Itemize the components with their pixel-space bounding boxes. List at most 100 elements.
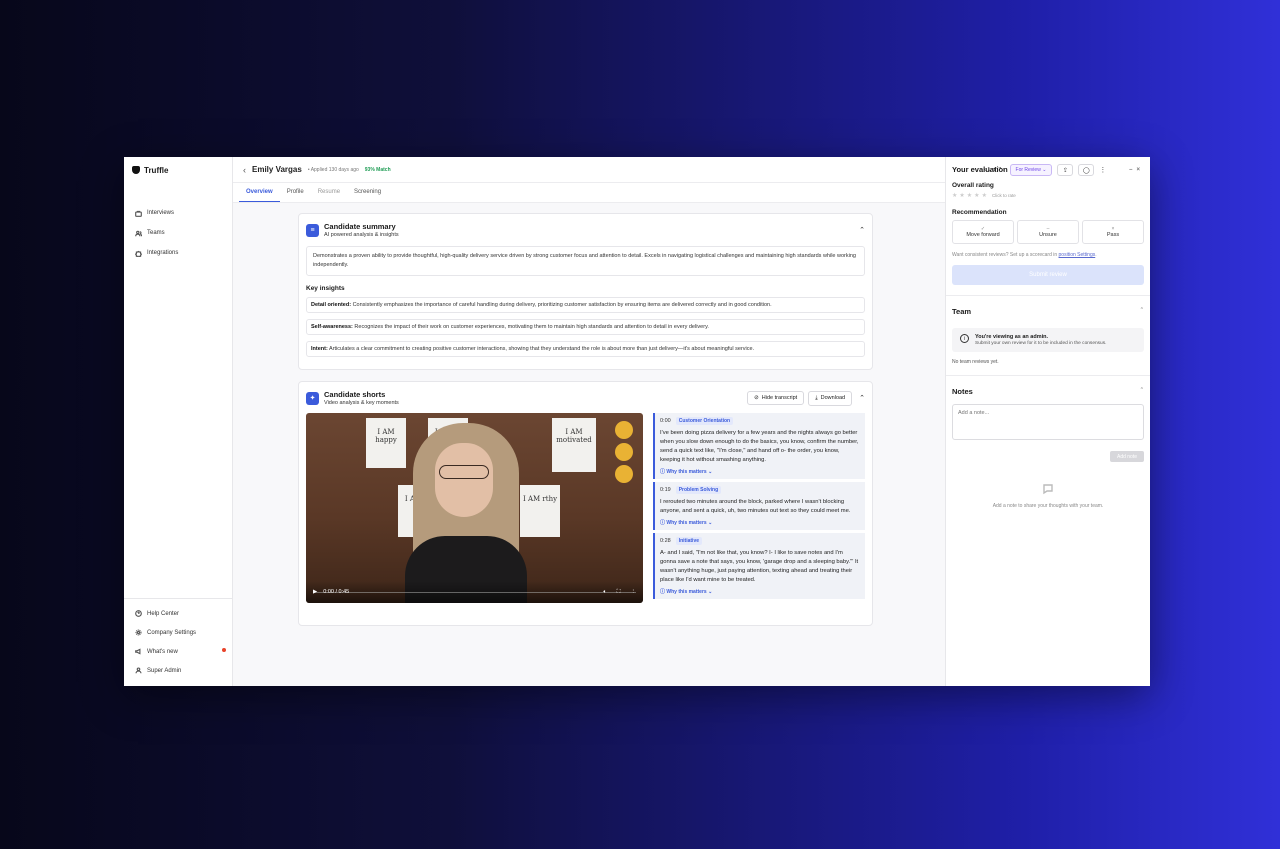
tab-overview[interactable]: Overview [239, 183, 280, 202]
video-controls: ▶ 0:00 / 0:45 🔈︎ ⛶ ⋮ [306, 581, 643, 603]
insight-item: Intent: Articulates a clear commitment t… [306, 340, 865, 357]
megaphone-icon [135, 648, 141, 655]
sidebar-item-teams[interactable]: Teams [124, 223, 232, 243]
truffle-logo-icon [132, 166, 140, 174]
fruit-decor [615, 421, 637, 483]
why-label: Why this matters [666, 519, 707, 526]
insight-label: Self-awareness: [311, 323, 353, 330]
brand[interactable]: Truffle [124, 157, 232, 183]
insight-label: Intent: [311, 345, 328, 352]
close-icon[interactable]: × [1136, 167, 1144, 173]
star-icon[interactable]: ★ [959, 192, 964, 199]
sidebar-item-integrations[interactable]: Integrations [124, 243, 232, 263]
app-name: Truffle [144, 165, 169, 175]
sidebar-item-help-center[interactable]: Help Center [124, 604, 232, 623]
segment-tag: Problem Solving [675, 485, 722, 494]
transcript-segment[interactable]: 0:28 Initiative A- and I said, "I'm not l… [653, 532, 865, 599]
status-label: For Review [1015, 167, 1041, 173]
chevron-up-icon[interactable]: ⌃ [1140, 387, 1144, 396]
sidebar-item-label: Company Settings [147, 629, 197, 636]
divider [946, 375, 1150, 376]
fullscreen-icon[interactable]: ⛶ [617, 589, 621, 596]
status-dropdown[interactable]: For Review ⌄ [1009, 164, 1053, 176]
note-input[interactable] [952, 404, 1144, 440]
why-label: Why this matters [666, 468, 707, 475]
why-this-matters-toggle[interactable]: ⓘ Why this matters ⌄ [660, 468, 860, 475]
click-to-rate-hint: Click to rate [991, 193, 1016, 198]
sidebar-item-label: What's new [147, 648, 178, 655]
sidebar-item-interviews[interactable]: Interviews [124, 203, 232, 223]
sidebar-item-label: Integrations [147, 250, 179, 256]
next-icon[interactable]: › [1003, 167, 1005, 173]
comment-button[interactable]: ◯ [1078, 164, 1095, 176]
star-icon[interactable]: ★ [974, 192, 979, 199]
play-icon[interactable]: ▶ [313, 589, 317, 595]
no-team-reviews: No team reviews yet. [952, 359, 999, 365]
sidebar-item-company-settings[interactable]: Company Settings [124, 623, 232, 642]
team-section-header[interactable]: Team ⌃ [952, 307, 1144, 316]
add-note-button[interactable]: Add note [1110, 451, 1144, 462]
main-area: ‹ Emily Vargas • Applied 130 days ago 93… [233, 157, 945, 686]
video-player[interactable]: I AM happy I AM fo I AM motivated I AM b… [306, 413, 643, 603]
volume-icon[interactable]: 🔈︎ [603, 589, 606, 596]
sidebar-item-super-admin[interactable]: Super Admin [124, 661, 232, 680]
more-options-icon[interactable]: ⋮ [631, 589, 637, 596]
sidebar-item-whats-new[interactable]: What's new [124, 642, 232, 661]
divider [946, 295, 1150, 296]
insight-item: Self-awareness: Recognizes the impact of… [306, 318, 865, 335]
star-icon[interactable]: ★ [967, 192, 972, 199]
why-label: Why this matters [666, 588, 707, 595]
star-rating[interactable]: ★ ★ ★ ★ ★ Click to rate [952, 192, 1144, 199]
why-this-matters-toggle[interactable]: ⓘ Why this matters ⌄ [660, 588, 860, 595]
share-icon: ⇪ [1062, 167, 1068, 174]
evaluation-panel: Your evaluation –× Overall rating ★ ★ ★ ★ ★ … [945, 157, 1150, 686]
prev-icon[interactable]: ‹ [984, 167, 986, 173]
insight-item: Detail oriented: Consistently emphasizes… [306, 296, 865, 313]
segment-time: 0:28 [660, 537, 671, 544]
transcript-segment[interactable]: 0:19 Problem Solving I rerouted two minut… [653, 481, 865, 530]
transcript-segment[interactable]: 0:00 Customer Orientation I've been doing… [653, 413, 865, 479]
applied-info: • Applied 130 days ago [307, 166, 359, 173]
pass-button[interactable]: × Pass [1082, 220, 1144, 244]
app-window: Truffle Interviews Teams Integrations He… [124, 157, 1150, 686]
chevron-up-icon[interactable]: ⌃ [859, 226, 865, 234]
video-right-controls: 🔈︎ ⛶ ⋮ [603, 589, 636, 596]
panel-tools: –× [1129, 167, 1144, 173]
tab-profile[interactable]: Profile [280, 183, 311, 202]
unsure-button[interactable]: – Unsure [1017, 220, 1079, 244]
tab-bar: Overview Profile Resume Screening [233, 183, 945, 203]
tab-screening[interactable]: Screening [347, 183, 388, 202]
pager-text: 1 of 7 [987, 167, 1002, 173]
more-menu-icon[interactable]: ⋮ [1099, 166, 1106, 174]
sidebar: Truffle Interviews Teams Integrations He… [124, 157, 233, 686]
poster-motivated: I AM motivated [552, 418, 596, 472]
chevron-up-icon[interactable]: ⌃ [859, 394, 865, 402]
download-icon: ⤓ [815, 394, 818, 401]
summary-title: Candidate summary [324, 222, 396, 231]
submit-review-button[interactable]: Submit review [952, 265, 1144, 285]
overall-rating-label: Overall rating [952, 182, 994, 189]
star-icon[interactable]: ★ [952, 192, 957, 199]
overview-content: ≡ Candidate summary AI powered analysis … [233, 203, 945, 686]
download-button[interactable]: ⤓ Download [808, 390, 853, 406]
back-arrow-icon[interactable]: ‹ [243, 165, 246, 175]
share-button[interactable]: ⇪ [1057, 164, 1074, 176]
comment-icon: ◯ [1083, 167, 1090, 174]
move-forward-button[interactable]: ✓ Move forward [952, 220, 1014, 244]
star-icon[interactable]: ★ [982, 192, 987, 199]
insight-label: Detail oriented: [311, 301, 352, 308]
chevron-up-icon[interactable]: ⌃ [1140, 307, 1144, 316]
position-settings-link[interactable]: position Settings [1059, 252, 1096, 258]
notes-empty-text: Add a note to share your thoughts with y… [992, 503, 1104, 509]
scorecard-hint: Want consistent reviews? Set up a scorec… [952, 252, 1144, 258]
segment-time: 0:19 [660, 486, 671, 493]
hide-transcript-button[interactable]: ⊘ Hide transcript [747, 391, 805, 405]
option-label: Pass [1106, 232, 1120, 238]
candidate-name: Emily Vargas [252, 165, 302, 174]
tab-resume[interactable]: Resume [311, 183, 347, 202]
chat-bubble-icon [1043, 484, 1053, 495]
user-icon [135, 667, 142, 674]
button-label: Hide transcript [761, 395, 798, 401]
why-this-matters-toggle[interactable]: ⓘ Why this matters ⌄ [660, 519, 860, 526]
notes-section-header[interactable]: Notes ⌃ [952, 387, 1144, 396]
